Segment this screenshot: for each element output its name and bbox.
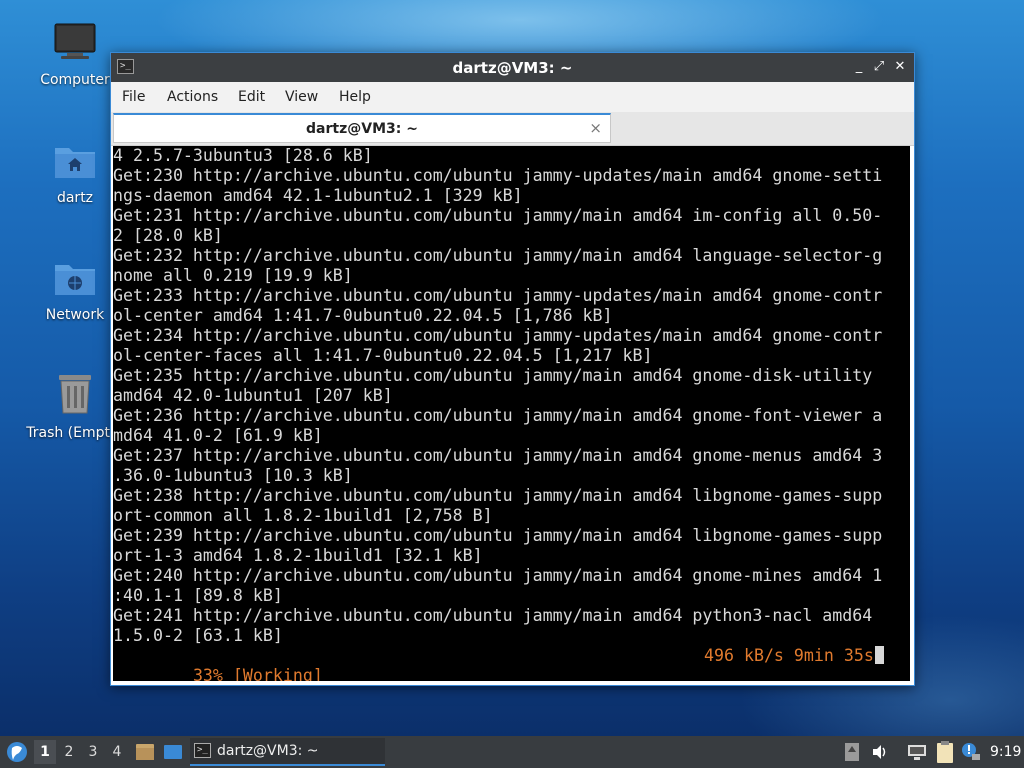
menu-actions[interactable]: Actions <box>167 89 218 105</box>
workspace-3[interactable]: 3 <box>86 744 100 760</box>
menu-help[interactable]: Help <box>339 89 371 105</box>
start-menu-icon[interactable] <box>4 736 30 768</box>
workspace-2[interactable]: 2 <box>62 744 76 760</box>
terminal-line: Get:235 http://archive.ubuntu.com/ubuntu… <box>113 366 873 385</box>
maximize-button[interactable]: ⤢ <box>871 58 887 76</box>
terminal-line: Get:233 http://archive.ubuntu.com/ubuntu… <box>113 286 883 305</box>
terminal-line: Get:236 http://archive.ubuntu.com/ubuntu… <box>113 406 883 425</box>
terminal-line: 4 2.5.7-3ubuntu3 [28.6 kB] <box>113 146 373 165</box>
network-tray-icon[interactable] <box>906 736 928 768</box>
terminal-line: ol-center-faces all 1:41.7-0ubuntu0.22.0… <box>113 346 653 365</box>
terminal-line: Get:238 http://archive.ubuntu.com/ubuntu… <box>113 486 883 505</box>
terminal-status-line: 33% [Working] 496 kB/s 9min 35s <box>113 646 910 681</box>
terminal-line: Get:239 http://archive.ubuntu.com/ubuntu… <box>113 526 883 545</box>
terminal-line: ort-common all 1.8.2-1build1 [2,758 B] <box>113 506 493 525</box>
menu-file[interactable]: File <box>122 89 145 105</box>
taskbar-task-terminal[interactable]: >_ dartz@VM3: ~ <box>190 738 385 766</box>
terminal-window: >_ dartz@VM3: ~ _ ⤢ ✕ File Actions Edit … <box>110 52 915 686</box>
menubar: File Actions Edit View Help <box>111 82 914 112</box>
tab-terminal[interactable]: dartz@VM3: ~ × <box>113 113 611 143</box>
taskbar: 1 2 3 4 >_ dartz@VM3: ~ 9:19 <box>0 736 1024 768</box>
terminal-line: md64 41.0-2 [61.9 kB] <box>113 426 323 445</box>
status-progress: 33% [Working] <box>192 666 323 681</box>
terminal-line: 2 [28.0 kB] <box>113 226 223 245</box>
terminal-line: Get:241 http://archive.ubuntu.com/ubuntu… <box>113 606 873 625</box>
terminal-task-icon: >_ <box>194 743 211 758</box>
terminal-line: amd64 42.0-1ubuntu1 [207 kB] <box>113 386 393 405</box>
file-manager-icon[interactable] <box>134 736 156 768</box>
terminal-lines: 4 2.5.7-3ubuntu3 [28.6 kB] Get:230 http:/… <box>113 146 910 646</box>
terminal-line: Get:237 http://archive.ubuntu.com/ubuntu… <box>113 446 883 465</box>
terminal-cursor <box>874 646 884 664</box>
status-speed: 496 kB/s 9min 35s <box>704 646 884 666</box>
notification-icon[interactable] <box>960 736 982 768</box>
window-title: dartz@VM3: ~ <box>452 59 573 77</box>
terminal-line: :40.1-1 [89.8 kB] <box>113 586 283 605</box>
terminal-line: Get:234 http://archive.ubuntu.com/ubuntu… <box>113 326 883 345</box>
close-button[interactable]: ✕ <box>892 58 908 76</box>
clipboard-icon[interactable] <box>934 736 956 768</box>
tab-label: dartz@VM3: ~ <box>306 121 418 137</box>
desktop: Computer dartz Network Trash (Empty) >_ … <box>0 0 1024 736</box>
terminal-line: 1.5.0-2 [63.1 kB] <box>113 626 283 645</box>
clock[interactable]: 9:19 <box>990 744 1021 760</box>
terminal-output[interactable]: 4 2.5.7-3ubuntu3 [28.6 kB] Get:230 http:/… <box>113 146 910 681</box>
tray-updates-icon[interactable] <box>842 736 862 768</box>
window-titlebar[interactable]: >_ dartz@VM3: ~ _ ⤢ ✕ <box>111 53 914 82</box>
task-label: dartz@VM3: ~ <box>217 743 319 759</box>
workspace-4[interactable]: 4 <box>110 744 124 760</box>
workspace-1[interactable]: 1 <box>38 744 52 760</box>
minimize-button[interactable]: _ <box>851 58 867 76</box>
terminal-line: nome all 0.219 [19.9 kB] <box>113 266 353 285</box>
show-desktop-icon[interactable] <box>162 736 184 768</box>
terminal-line: Get:232 http://archive.ubuntu.com/ubuntu… <box>113 246 883 265</box>
tab-close-icon[interactable]: × <box>589 119 602 137</box>
menu-view[interactable]: View <box>285 89 318 105</box>
tab-bar: dartz@VM3: ~ × <box>111 112 914 146</box>
terminal-line: Get:231 http://archive.ubuntu.com/ubuntu… <box>113 206 883 225</box>
terminal-line: .36.0-1ubuntu3 [10.3 kB] <box>113 466 353 485</box>
terminal-line: ort-1-3 amd64 1.8.2-1build1 [32.1 kB] <box>113 546 483 565</box>
terminal-line: Get:240 http://archive.ubuntu.com/ubuntu… <box>113 566 883 585</box>
terminal-line: ol-center amd64 1:41.7-0ubuntu0.22.04.5 … <box>113 306 613 325</box>
terminal-line: Get:230 http://archive.ubuntu.com/ubuntu… <box>113 166 883 185</box>
terminal-line: ngs-daemon amd64 42.1-1ubuntu2.1 [329 kB… <box>113 186 523 205</box>
volume-icon[interactable] <box>870 736 890 768</box>
menu-edit[interactable]: Edit <box>238 89 265 105</box>
